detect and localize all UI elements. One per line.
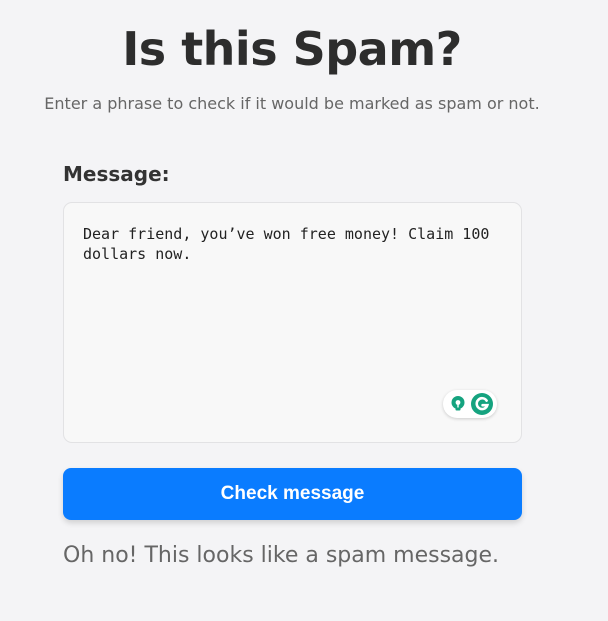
page-title: Is this Spam? [122,22,462,76]
message-label: Message: [63,162,170,186]
lightbulb-icon[interactable] [449,395,467,413]
grammarly-widget[interactable] [443,390,497,418]
message-field-container: Dear friend, you’ve won free money! Clai… [63,202,522,443]
grammarly-g-icon[interactable] [471,393,493,415]
check-message-button[interactable]: Check message [63,468,522,520]
page-subtitle: Enter a phrase to check if it would be m… [44,94,540,113]
result-message: Oh no! This looks like a spam message. [63,543,500,568]
